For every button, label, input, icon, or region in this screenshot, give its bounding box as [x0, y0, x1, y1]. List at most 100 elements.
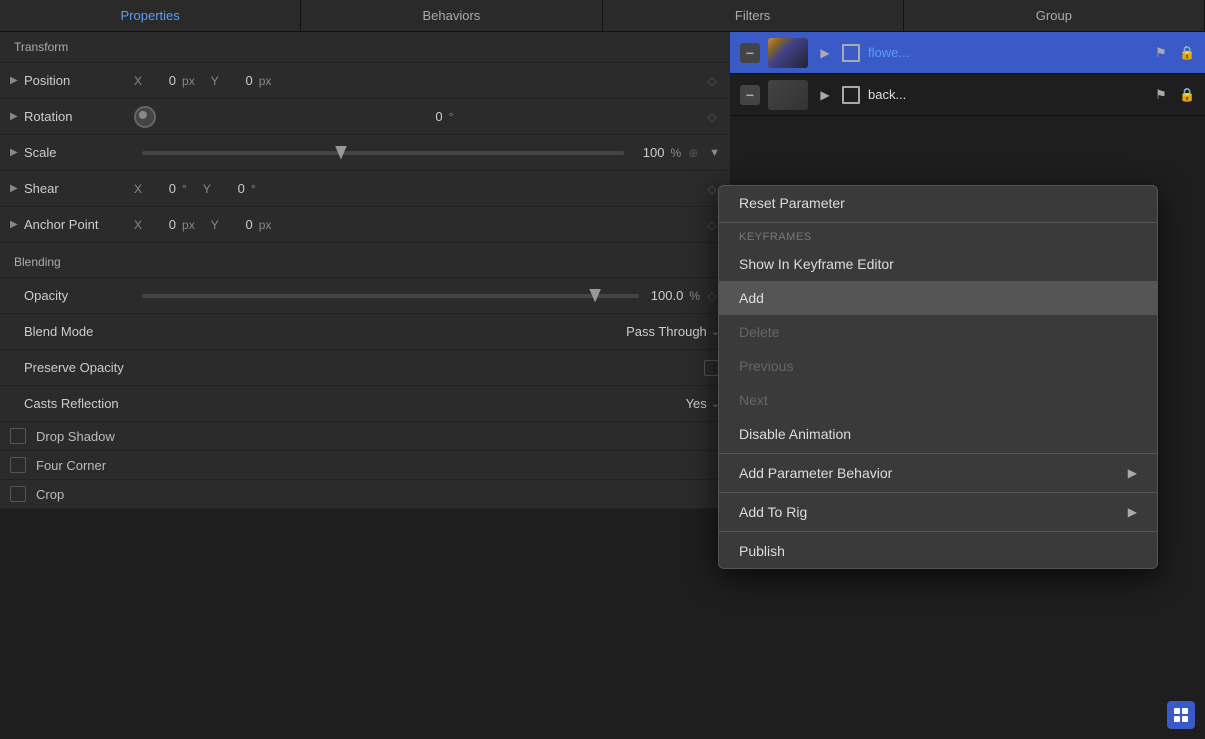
timeline-row-back[interactable]: − ▶ back... ⚑ 🔒: [730, 74, 1205, 116]
anchor-point-row: ▶ Anchor Point X 0 px Y 0 px ◇: [0, 207, 730, 243]
ctx-show-keyframe-editor[interactable]: Show In Keyframe Editor: [719, 247, 1157, 281]
scale-keyframe-diamond[interactable]: ⊕: [685, 145, 701, 161]
four-corner-checkbox[interactable]: [10, 457, 26, 473]
timeline-minus-flower[interactable]: −: [740, 43, 760, 63]
position-x-label: X: [134, 74, 142, 88]
ctx-separator-1: [719, 222, 1157, 223]
position-keyframe-diamond[interactable]: ◇: [704, 73, 720, 89]
four-corner-row: Four Corner: [0, 451, 730, 480]
timeline-thumb-back: [768, 80, 808, 110]
blending-section-header: Blending: [0, 247, 730, 278]
rotation-value[interactable]: 0: [415, 109, 443, 124]
ctx-keyframes-label: KEYFRAMES: [719, 225, 1157, 247]
drop-shadow-checkbox[interactable]: [10, 428, 26, 444]
ctx-add-to-rig-arrow: ▶: [1128, 505, 1137, 519]
scale-row: ▶ Scale 100 % ⊕ ▼: [0, 135, 730, 171]
scale-expand-arrow[interactable]: ▶: [10, 147, 24, 158]
context-menu[interactable]: Reset Parameter KEYFRAMES Show In Keyfra…: [718, 185, 1158, 569]
anchor-point-label: Anchor Point: [24, 217, 134, 232]
blend-mode-row: ▶ Blend Mode Pass Through ⌄: [0, 314, 730, 350]
crop-label: Crop: [36, 487, 64, 502]
position-y-label: Y: [211, 74, 219, 88]
four-corner-label: Four Corner: [36, 458, 106, 473]
scale-slider-thumb[interactable]: [335, 146, 347, 160]
opacity-value[interactable]: 100.0: [651, 288, 684, 303]
opacity-row: ▶ Opacity 100.0 % ◇: [0, 278, 730, 314]
rotation-expand-arrow[interactable]: ▶: [10, 111, 24, 122]
opacity-unit: %: [689, 289, 700, 303]
blend-mode-select[interactable]: Pass Through ⌄: [626, 324, 720, 339]
timeline-name-flower[interactable]: flowe...: [868, 45, 1147, 60]
timeline-play-flower[interactable]: ▶: [816, 44, 834, 62]
position-label: Position: [24, 73, 134, 88]
shear-x-value[interactable]: 0: [148, 181, 176, 196]
anchor-y-label: Y: [211, 218, 219, 232]
ctx-add-to-rig[interactable]: Add To Rig ▶: [719, 495, 1157, 529]
shear-y-value[interactable]: 0: [217, 181, 245, 196]
casts-reflection-select[interactable]: Yes ⌄: [686, 396, 720, 411]
shear-expand-arrow[interactable]: ▶: [10, 183, 24, 194]
crop-row: Crop: [0, 480, 730, 509]
drop-shadow-label: Drop Shadow: [36, 429, 115, 444]
tab-properties[interactable]: Properties: [0, 0, 301, 31]
bottom-right-icon[interactable]: [1167, 701, 1195, 729]
scale-unit: %: [670, 146, 681, 160]
timeline-flag-back[interactable]: ⚑: [1155, 87, 1171, 103]
ctx-add[interactable]: Add: [719, 281, 1157, 315]
shear-label: Shear: [24, 181, 134, 196]
ctx-publish[interactable]: Publish: [719, 534, 1157, 568]
scale-dropdown-arrow[interactable]: ▼: [709, 147, 720, 159]
tab-behaviors[interactable]: Behaviors: [301, 0, 602, 31]
anchor-y-value[interactable]: 0: [225, 217, 253, 232]
anchor-x-unit: px: [182, 218, 195, 232]
scale-slider-track[interactable]: [142, 151, 624, 155]
ctx-reset-parameter[interactable]: Reset Parameter: [719, 186, 1157, 220]
blend-mode-label: Blend Mode: [24, 324, 134, 339]
transform-section-header: Transform: [0, 32, 730, 63]
preserve-opacity-row: ▶ Preserve Opacity: [0, 350, 730, 386]
timeline-layer-icon-back: [842, 86, 860, 104]
rotation-dial[interactable]: [134, 106, 156, 128]
rotation-unit: °: [449, 110, 454, 124]
preserve-opacity-label: Preserve Opacity: [24, 360, 134, 375]
ctx-disable-animation[interactable]: Disable Animation: [719, 417, 1157, 451]
ctx-next: Next: [719, 383, 1157, 417]
timeline-lock-back[interactable]: 🔒: [1179, 87, 1195, 103]
timeline-play-back[interactable]: ▶: [816, 86, 834, 104]
shear-row: ▶ Shear X 0 ° Y 0 ° ◇: [0, 171, 730, 207]
position-x-value[interactable]: 0: [148, 73, 176, 88]
opacity-slider-thumb[interactable]: [589, 289, 601, 303]
casts-reflection-label: Casts Reflection: [24, 396, 134, 411]
position-row: ▶ Position X 0 px Y 0 px ◇: [0, 63, 730, 99]
position-expand-arrow[interactable]: ▶: [10, 75, 24, 86]
tab-bar: Properties Behaviors Filters Group: [0, 0, 1205, 32]
crop-checkbox[interactable]: [10, 486, 26, 502]
opacity-label: Opacity: [24, 288, 134, 303]
ctx-delete: Delete: [719, 315, 1157, 349]
opacity-slider-track[interactable]: [142, 294, 639, 298]
ctx-separator-4: [719, 531, 1157, 532]
anchor-point-expand-arrow[interactable]: ▶: [10, 219, 24, 230]
timeline-layer-icon-flower: [842, 44, 860, 62]
timeline-flag-flower[interactable]: ⚑: [1155, 45, 1171, 61]
scale-value[interactable]: 100: [636, 145, 664, 160]
ctx-add-parameter-behavior-arrow: ▶: [1128, 466, 1137, 480]
shear-x-unit: °: [182, 182, 187, 196]
timeline-minus-back[interactable]: −: [740, 85, 760, 105]
timeline-lock-flower[interactable]: 🔒: [1179, 45, 1195, 61]
rotation-keyframe-diamond[interactable]: ◇: [704, 109, 720, 125]
tab-group[interactable]: Group: [904, 0, 1205, 31]
properties-panel: Transform ▶ Position X 0 px Y 0 px ◇ ▶: [0, 32, 730, 509]
timeline-name-back[interactable]: back...: [868, 87, 1147, 102]
casts-reflection-row: ▶ Casts Reflection Yes ⌄: [0, 386, 730, 422]
rotation-row: ▶ Rotation 0 ° ◇: [0, 99, 730, 135]
ctx-separator-3: [719, 492, 1157, 493]
anchor-x-value[interactable]: 0: [148, 217, 176, 232]
ctx-add-parameter-behavior[interactable]: Add Parameter Behavior ▶: [719, 456, 1157, 490]
rotation-label: Rotation: [24, 109, 134, 124]
timeline-row-flower[interactable]: − ▶ flowe... ⚑ 🔒: [730, 32, 1205, 74]
position-y-value[interactable]: 0: [225, 73, 253, 88]
drop-shadow-row: Drop Shadow: [0, 422, 730, 451]
tab-filters[interactable]: Filters: [603, 0, 904, 31]
shear-y-unit: °: [251, 182, 256, 196]
